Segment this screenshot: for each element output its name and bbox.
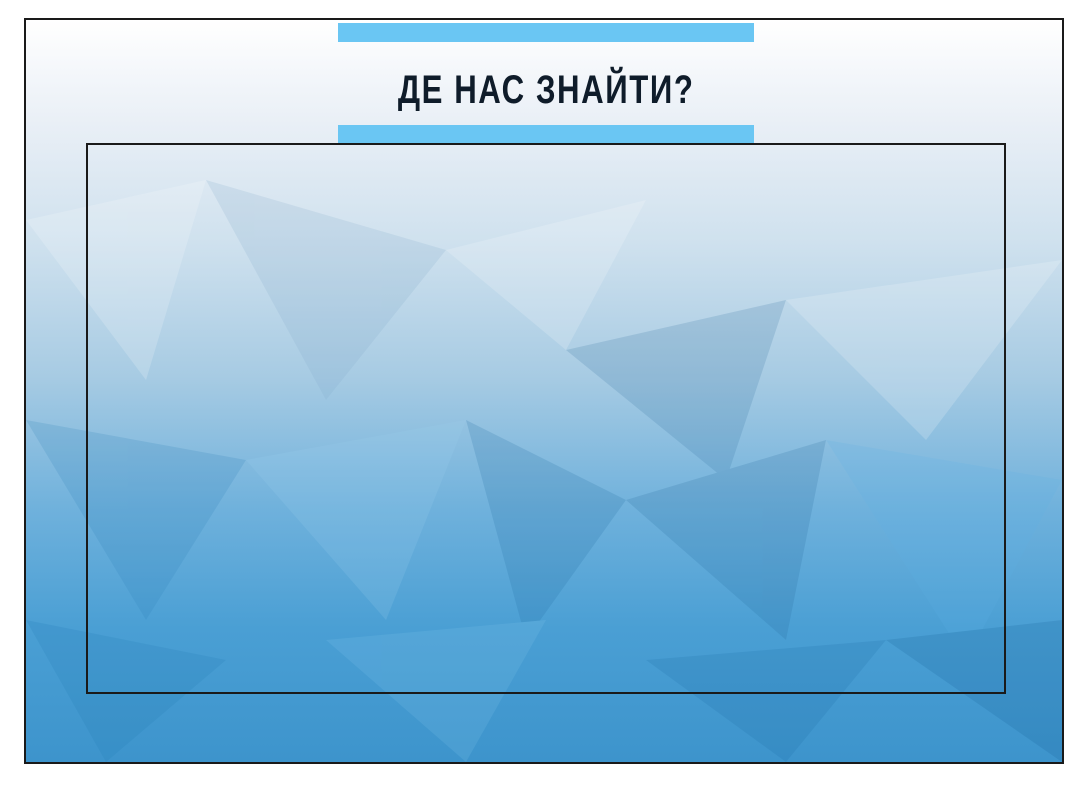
page-title-text: ДЕ НАС ЗНАЙТИ?: [397, 68, 695, 112]
page-title: ДЕ НАС ЗНАЙТИ?: [338, 62, 754, 118]
outer-frame: ДЕ НАС ЗНАЙТИ?: [24, 18, 1064, 764]
title-bar-top: [338, 23, 754, 42]
map-placeholder-frame: [86, 143, 1006, 694]
title-bar-bottom: [338, 125, 754, 144]
